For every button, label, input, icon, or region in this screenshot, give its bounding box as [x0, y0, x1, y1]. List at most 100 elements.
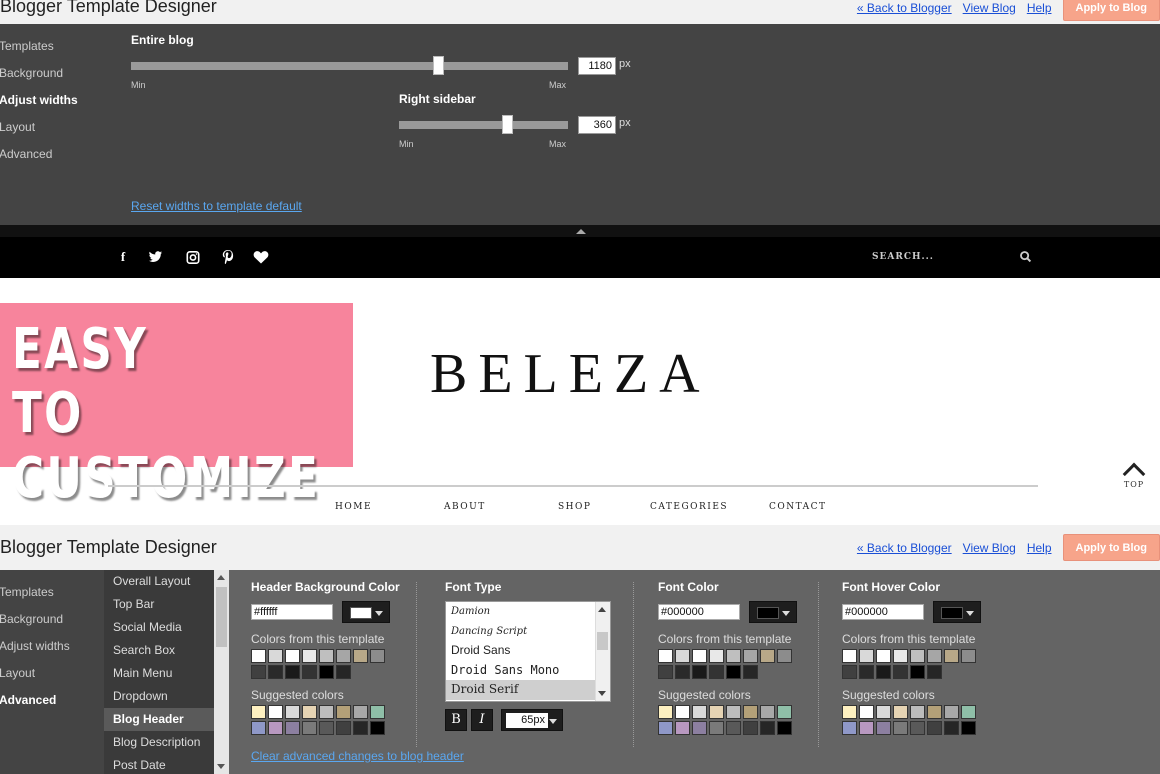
color-swatch[interactable]: [927, 705, 942, 719]
sub-nav-scrollbar[interactable]: [214, 570, 229, 774]
right-sidebar-width-input[interactable]: 360: [578, 116, 616, 134]
color-swatch[interactable]: [876, 649, 891, 663]
entire-blog-width-input[interactable]: 1180: [578, 57, 616, 75]
nav-item-layout[interactable]: Layout: [0, 114, 110, 141]
menu-item-shop[interactable]: SHOP: [558, 502, 591, 512]
font-option-droid-sans-mono[interactable]: Droid Sans Mono: [446, 661, 610, 681]
color-swatch[interactable]: [842, 649, 857, 663]
view-blog-link[interactable]: View Blog: [963, 1, 1016, 15]
nav-item-adjust-widths[interactable]: Adjust widths: [0, 633, 110, 660]
color-swatch[interactable]: [353, 649, 368, 663]
color-swatch[interactable]: [675, 721, 690, 735]
font-option-dancing-script[interactable]: Dancing Script: [446, 622, 610, 642]
nav-item-advanced[interactable]: Advanced: [0, 141, 110, 168]
font-size-value[interactable]: 65px: [506, 713, 548, 728]
font-color-picker[interactable]: [749, 601, 798, 623]
font-option-damion[interactable]: Damion: [446, 602, 610, 622]
font-size-dropdown[interactable]: 65px: [501, 709, 563, 731]
color-swatch[interactable]: [268, 721, 283, 735]
color-swatch[interactable]: [910, 721, 925, 735]
font-color-hex-input[interactable]: #000000: [658, 604, 740, 620]
search-icon[interactable]: [1019, 250, 1033, 264]
color-swatch[interactable]: [777, 721, 792, 735]
color-swatch[interactable]: [692, 649, 707, 663]
color-swatch[interactable]: [658, 705, 673, 719]
color-swatch[interactable]: [876, 721, 891, 735]
sub-item-post-date[interactable]: Post Date: [104, 754, 214, 774]
back-to-blogger-link[interactable]: « Back to Blogger: [857, 1, 952, 15]
color-swatch[interactable]: [760, 705, 775, 719]
color-swatch[interactable]: [268, 649, 283, 663]
color-swatch[interactable]: [842, 721, 857, 735]
color-swatch[interactable]: [777, 705, 792, 719]
color-swatch[interactable]: [370, 721, 385, 735]
color-swatch[interactable]: [675, 705, 690, 719]
font-hover-hex-input[interactable]: #000000: [842, 604, 924, 620]
sub-item-social-media[interactable]: Social Media: [104, 616, 214, 639]
color-swatch[interactable]: [319, 705, 334, 719]
menu-item-home[interactable]: HOME: [335, 502, 372, 512]
nav-item-background[interactable]: Background: [0, 60, 110, 87]
color-swatch[interactable]: [709, 705, 724, 719]
entire-blog-slider-track[interactable]: [131, 62, 568, 70]
color-swatch[interactable]: [353, 721, 368, 735]
font-option-droid-sans[interactable]: Droid Sans: [446, 641, 610, 661]
color-swatch[interactable]: [692, 705, 707, 719]
back-to-blogger-link[interactable]: « Back to Blogger: [857, 541, 952, 555]
color-swatch[interactable]: [927, 649, 942, 663]
color-swatch[interactable]: [743, 649, 758, 663]
color-swatch[interactable]: [842, 705, 857, 719]
color-swatch[interactable]: [910, 649, 925, 663]
color-swatch[interactable]: [726, 649, 741, 663]
sub-item-top-bar[interactable]: Top Bar: [104, 593, 214, 616]
header-bg-color-picker[interactable]: [342, 601, 391, 623]
color-swatch[interactable]: [285, 705, 300, 719]
color-swatch[interactable]: [302, 705, 317, 719]
color-swatch[interactable]: [760, 721, 775, 735]
search-input[interactable]: SEARCH...: [872, 252, 934, 262]
nav-item-templates[interactable]: Templates: [0, 579, 110, 606]
color-swatch[interactable]: [944, 705, 959, 719]
sub-item-blog-header[interactable]: Blog Header: [104, 708, 214, 731]
font-list-scroll-thumb[interactable]: [597, 632, 608, 650]
right-sidebar-slider-handle[interactable]: [502, 115, 513, 134]
font-hover-color-picker[interactable]: [933, 601, 982, 623]
color-swatch[interactable]: [658, 721, 673, 735]
color-swatch[interactable]: [709, 665, 724, 679]
scroll-down-icon[interactable]: [598, 691, 606, 696]
sub-item-main-menu[interactable]: Main Menu: [104, 662, 214, 685]
color-swatch[interactable]: [961, 649, 976, 663]
color-swatch[interactable]: [893, 705, 908, 719]
view-blog-link[interactable]: View Blog: [963, 541, 1016, 555]
facebook-icon[interactable]: f: [115, 249, 131, 265]
sub-item-overall-layout[interactable]: Overall Layout: [104, 570, 214, 593]
sub-item-search-box[interactable]: Search Box: [104, 639, 214, 662]
color-swatch[interactable]: [927, 665, 942, 679]
color-swatch[interactable]: [944, 721, 959, 735]
color-swatch[interactable]: [743, 705, 758, 719]
color-swatch[interactable]: [726, 705, 741, 719]
bold-button[interactable]: B: [445, 709, 467, 731]
color-swatch[interactable]: [319, 721, 334, 735]
clear-advanced-changes-link[interactable]: Clear advanced changes to blog header: [251, 749, 464, 763]
color-swatch[interactable]: [893, 721, 908, 735]
color-swatch[interactable]: [251, 705, 266, 719]
back-to-top-button[interactable]: TOP: [1121, 458, 1147, 489]
color-swatch[interactable]: [658, 665, 673, 679]
nav-item-background[interactable]: Background: [0, 606, 110, 633]
collapse-designer-bar[interactable]: [0, 225, 1160, 237]
color-swatch[interactable]: [251, 721, 266, 735]
color-swatch[interactable]: [302, 665, 317, 679]
apply-to-blog-button[interactable]: Apply to Blog: [1062, 534, 1160, 561]
color-swatch[interactable]: [675, 665, 690, 679]
color-swatch[interactable]: [760, 649, 775, 663]
color-swatch[interactable]: [353, 705, 368, 719]
font-type-list[interactable]: Damion Dancing Script Droid Sans Droid S…: [445, 601, 611, 702]
color-swatch[interactable]: [893, 649, 908, 663]
color-swatch[interactable]: [961, 705, 976, 719]
color-swatch[interactable]: [709, 721, 724, 735]
color-swatch[interactable]: [336, 649, 351, 663]
color-swatch[interactable]: [251, 649, 266, 663]
scrollbar-thumb[interactable]: [216, 587, 227, 647]
color-swatch[interactable]: [692, 721, 707, 735]
